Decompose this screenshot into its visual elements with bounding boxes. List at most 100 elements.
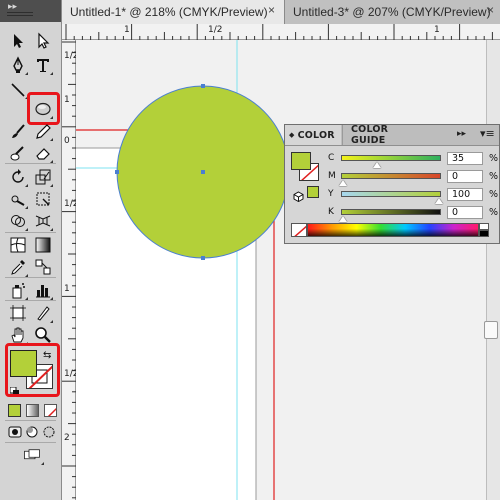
flyout-indicator	[41, 462, 44, 465]
free-transform-tool-icon[interactable]	[32, 188, 54, 210]
yellow-slider-row: Y 100 %	[328, 188, 499, 204]
draw-behind-icon[interactable]	[23, 421, 41, 443]
grip-line	[7, 15, 33, 16]
horizontal-ruler[interactable]: 1 1/2 1	[62, 24, 500, 40]
flyout-indicator	[50, 228, 53, 231]
eyedropper-tool-icon[interactable]	[7, 256, 29, 278]
ruler-ticks	[62, 41, 76, 499]
yellow-slider-thumb[interactable]	[435, 198, 443, 204]
draw-normal-icon[interactable]	[6, 421, 24, 443]
slice-tool-icon[interactable]	[32, 302, 54, 324]
ruler-label: 1/2	[64, 369, 79, 379]
column-graph-tool-icon[interactable]	[32, 279, 54, 301]
black-slider[interactable]	[341, 209, 441, 215]
ruler-label: 1/2	[64, 51, 79, 61]
tab-color-guide[interactable]: COLOR GUIDE	[342, 124, 422, 146]
pencil-tool-icon[interactable]	[32, 120, 54, 142]
color-mode-button[interactable]	[8, 404, 21, 417]
separator	[5, 442, 56, 443]
black-swatch[interactable]	[479, 230, 489, 237]
cyan-slider-row: C 35 %	[328, 152, 499, 168]
tools-panel-header[interactable]: ▸▸	[0, 0, 61, 22]
tools-panel: ▸▸ ⇆	[0, 0, 62, 500]
close-tab-icon[interactable]: ×	[268, 3, 275, 17]
anchor-point[interactable]	[115, 170, 119, 174]
panel-menu-icon[interactable]: ▾≡	[480, 127, 495, 140]
flyout-indicator	[50, 184, 53, 187]
yellow-label: Y	[328, 189, 334, 199]
magenta-slider-row: M 0 %	[328, 170, 499, 186]
yellow-slider[interactable]	[341, 191, 441, 197]
flyout-indicator	[50, 320, 53, 323]
flyout-indicator	[25, 184, 28, 187]
magenta-slider-thumb[interactable]	[339, 180, 347, 186]
magenta-value-field[interactable]: 0	[447, 170, 483, 183]
scrollbar-thumb[interactable]	[484, 321, 498, 339]
cyan-slider-thumb[interactable]	[372, 162, 381, 168]
none-color-button[interactable]	[291, 223, 307, 237]
paintbrush-tool-icon[interactable]	[7, 120, 29, 142]
percent-unit: %	[489, 207, 499, 218]
closest-color-swatch[interactable]	[307, 186, 319, 198]
percent-unit: %	[489, 189, 499, 200]
color-spectrum-ramp[interactable]	[307, 223, 479, 237]
rotate-tool-icon[interactable]	[7, 166, 29, 188]
artboard-tool-icon[interactable]	[7, 302, 29, 324]
grip-line	[7, 12, 33, 13]
document-tab-untitled-3[interactable]: Untitled-3* @ 207% (CMYK/Preview) ×	[284, 0, 500, 24]
ruler-label: 1	[64, 95, 70, 105]
symbol-sprayer-tool-icon[interactable]	[7, 279, 29, 301]
none-mode-button[interactable]	[44, 404, 57, 417]
magenta-label: M	[328, 171, 336, 181]
scale-tool-icon[interactable]	[32, 166, 54, 188]
document-tab-untitled-1[interactable]: Untitled-1* @ 218% (CMYK/Preview) ×	[62, 0, 284, 24]
direct-selection-tool-icon[interactable]	[32, 30, 54, 52]
percent-unit: %	[489, 153, 499, 164]
gradient-mode-button[interactable]	[26, 404, 39, 417]
shape-builder-tool-icon[interactable]	[7, 210, 29, 232]
vertical-ruler[interactable]: 1/2 1 0 1/2 1 1/2 2	[62, 40, 79, 500]
perspective-grid-tool-icon[interactable]	[32, 210, 54, 232]
warp-tool-icon[interactable]	[7, 188, 29, 210]
separator	[5, 163, 56, 164]
collapse-icon[interactable]: ◆	[289, 131, 295, 139]
draw-inside-icon[interactable]	[40, 421, 58, 443]
black-label: K	[328, 207, 334, 217]
collapse-panel-icon[interactable]: ▸▸	[8, 2, 17, 12]
gradient-tool-icon[interactable]	[32, 234, 54, 256]
magenta-slider[interactable]	[341, 173, 441, 179]
black-slider-thumb[interactable]	[339, 216, 347, 222]
anchor-point[interactable]	[201, 84, 205, 88]
mesh-tool-icon[interactable]	[7, 234, 29, 256]
type-tool-icon[interactable]	[32, 54, 54, 76]
eraser-tool-icon[interactable]	[32, 142, 54, 164]
tab-title: Untitled-3* @ 207% (CMYK/Preview)	[293, 5, 491, 19]
cyan-slider[interactable]	[341, 155, 441, 161]
line-segment-tool-icon[interactable]	[7, 78, 29, 100]
fill-color-swatch[interactable]	[291, 152, 311, 170]
yellow-value-field[interactable]: 100	[447, 188, 483, 201]
tab-title: Untitled-1* @ 218% (CMYK/Preview)	[70, 5, 268, 19]
selection-tool-icon[interactable]	[7, 30, 29, 52]
center-point[interactable]	[201, 170, 205, 174]
tab-color[interactable]: ◆ COLOR	[285, 125, 341, 145]
blob-brush-tool-icon[interactable]	[7, 142, 29, 164]
pen-tool-icon[interactable]	[7, 54, 29, 76]
collapse-panel-icon[interactable]: ▸▸	[457, 129, 466, 139]
artboard-canvas[interactable]	[76, 40, 486, 500]
percent-unit: %	[489, 171, 499, 182]
black-value-field[interactable]: 0	[447, 206, 483, 219]
flyout-indicator	[25, 72, 28, 75]
ruler-label: 1/2	[64, 199, 79, 209]
cyan-value-field[interactable]: 35	[447, 152, 483, 165]
close-tab-icon[interactable]: ×	[487, 3, 494, 17]
tab-color-label: COLOR	[297, 129, 335, 141]
anchor-point[interactable]	[201, 256, 205, 260]
vertical-scrollbar[interactable]	[486, 40, 500, 500]
flyout-indicator	[50, 138, 53, 141]
ruler-label: 1	[124, 25, 130, 35]
white-swatch[interactable]	[479, 223, 489, 230]
screen-mode-icon[interactable]	[19, 444, 45, 466]
blend-tool-icon[interactable]	[32, 256, 54, 278]
flyout-indicator	[25, 228, 28, 231]
